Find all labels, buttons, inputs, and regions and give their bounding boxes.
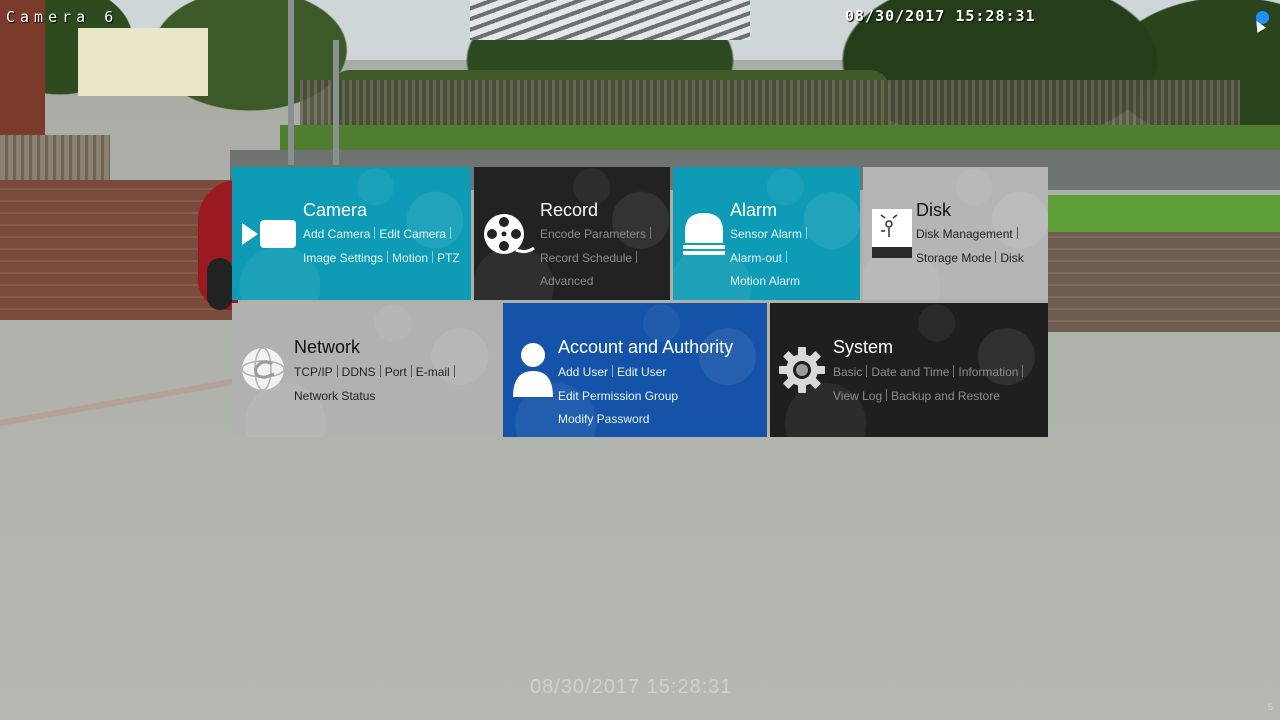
link-date-and-time[interactable]: Date and Time (871, 365, 949, 379)
tile-network[interactable]: Network TCP/IP DDNS Port E-mail Network Sta… (232, 303, 500, 437)
link-tcp-ip[interactable]: TCP/IP (294, 365, 333, 379)
link-basic[interactable]: Basic (833, 365, 862, 379)
tile-alarm[interactable]: Alarm Sensor Alarm Alarm-out Motion Alar… (673, 167, 860, 300)
video-camera-icon (242, 220, 296, 248)
hard-disk-icon (872, 209, 912, 258)
link-email[interactable]: E-mail (416, 365, 450, 379)
link-port[interactable]: Port (385, 365, 407, 379)
sign-pole (333, 40, 339, 165)
link-edit-camera[interactable]: Edit Camera (379, 227, 446, 241)
lamp-pole (288, 0, 294, 165)
link-image-settings[interactable]: Image Settings (303, 251, 383, 265)
link-ddns[interactable]: DDNS (342, 365, 376, 379)
car-wheel (207, 258, 233, 310)
parking-line (0, 374, 257, 426)
link-ptz[interactable]: PTZ (437, 251, 460, 265)
link-edit-permission-group[interactable]: Edit Permission Group (558, 389, 678, 403)
link-backup-and-restore[interactable]: Backup and Restore (891, 389, 1000, 403)
link-encode-parameters[interactable]: Encode Parameters (540, 227, 646, 241)
film-reel-icon (484, 214, 535, 254)
link-view-log[interactable]: View Log (833, 389, 882, 403)
tile-links: Add Camera Edit Camera Image Settings Moti… (303, 223, 460, 270)
tile-title: Disk (916, 200, 951, 220)
link-storage-mode[interactable]: Storage Mode (916, 251, 991, 265)
link-alarm-out[interactable]: Alarm-out (730, 251, 782, 265)
tile-disk[interactable]: Disk Disk Management Storage Mode Disk (863, 167, 1048, 300)
house (78, 28, 208, 96)
osd-timestamp: 08/30/2017 15:28:31 (845, 7, 1036, 25)
user-icon (513, 343, 553, 397)
tile-title: Account and Authority (558, 337, 734, 357)
tile-title: Camera (303, 200, 368, 220)
corner-number: 5 (1268, 702, 1274, 712)
brick-wall-right (1048, 232, 1280, 332)
alarm-beacon-icon (683, 213, 725, 255)
tile-account-authority[interactable]: Account and Authority Add User Edit User … (503, 303, 767, 437)
link-information[interactable]: Information (958, 365, 1018, 379)
link-motion-alarm[interactable]: Motion Alarm (730, 274, 800, 288)
link-record-schedule[interactable]: Record Schedule (540, 251, 632, 265)
tile-record[interactable]: Record Encode Parameters Record Schedule… (474, 167, 670, 300)
link-modify-password[interactable]: Modify Password (558, 412, 649, 426)
link-motion[interactable]: Motion (392, 251, 428, 265)
link-network-status[interactable]: Network Status (294, 389, 375, 403)
tile-title: Alarm (730, 200, 778, 220)
gear-icon (779, 347, 825, 393)
link-sensor-alarm[interactable]: Sensor Alarm (730, 227, 802, 241)
link-disk[interactable]: Disk (1000, 251, 1023, 265)
tile-camera[interactable]: Camera Add Camera Edit Camera Image Setti… (232, 167, 471, 300)
tile-title: Network (294, 337, 361, 357)
bottom-timestamp: 08/30/2017 15:28:31 (530, 676, 733, 698)
tile-links: Sensor Alarm Alarm-out Motion Alarm (730, 223, 811, 294)
solar-roofs (470, 0, 750, 40)
tile-links: Encode Parameters Record Schedule Advanc… (540, 223, 655, 294)
tile-title: System (833, 337, 894, 357)
link-add-camera[interactable]: Add Camera (303, 227, 370, 241)
tile-links: Disk Management Storage Mode Disk (916, 223, 1024, 270)
camera-label: Camera 6 (6, 8, 119, 26)
tile-system[interactable]: System Basic Date and Time Information Vie… (770, 303, 1048, 437)
tile-title: Record (540, 200, 599, 220)
globe-icon (241, 347, 285, 391)
link-disk-management[interactable]: Disk Management (916, 227, 1013, 241)
tile-links: TCP/IP DDNS Port E-mail Network Status (294, 361, 459, 408)
tile-links: Basic Date and Time Information View Log Ba… (833, 361, 1027, 408)
tile-links: Add User Edit User Edit Permission Group … (558, 361, 678, 432)
link-advanced[interactable]: Advanced (540, 274, 593, 288)
link-edit-user[interactable]: Edit User (617, 365, 666, 379)
link-add-user[interactable]: Add User (558, 365, 608, 379)
